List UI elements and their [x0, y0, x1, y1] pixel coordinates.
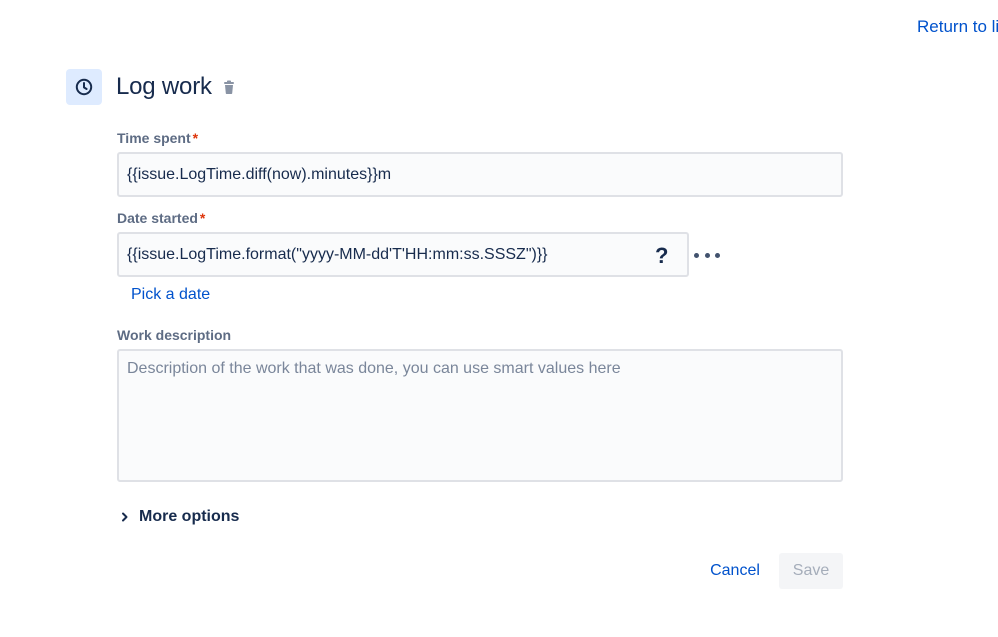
chevron-right-icon [122, 512, 128, 522]
date-started-label-text: Date started [117, 210, 198, 226]
time-spent-label-text: Time spent [117, 130, 191, 146]
more-dots-icon[interactable] [694, 244, 720, 266]
work-description-placeholder: Description of the work that was done, y… [127, 360, 621, 377]
clock-icon [75, 78, 93, 96]
pick-a-date-link[interactable]: Pick a date [131, 286, 210, 304]
more-options-label: More options [139, 508, 240, 525]
time-spent-input[interactable]: {{issue.LogTime.diff(now).minutes}}m [117, 152, 843, 197]
log-work-action-icon [66, 69, 102, 105]
date-started-input[interactable]: {{issue.LogTime.format("yyyy-MM-dd'T'HH:… [117, 232, 689, 277]
log-work-page: Return to li Log work Time spent * {{issu… [0, 0, 998, 637]
more-options-toggle[interactable]: More options [119, 508, 239, 526]
return-to-list-link[interactable]: Return to li [917, 17, 998, 37]
help-icon[interactable]: ? [655, 243, 668, 269]
save-button[interactable]: Save [779, 553, 843, 589]
work-description-textarea[interactable]: Description of the work that was done, y… [117, 349, 843, 482]
required-mark: * [199, 210, 206, 226]
work-description-label: Work description [117, 327, 232, 343]
page-title: Log work [116, 73, 212, 100]
time-spent-value: {{issue.LogTime.diff(now).minutes}}m [127, 165, 392, 183]
date-started-label: Date started * [117, 210, 205, 226]
required-mark: * [192, 130, 199, 146]
cancel-button[interactable]: Cancel [700, 553, 770, 589]
time-spent-label: Time spent * [117, 130, 198, 146]
trash-icon[interactable] [221, 79, 237, 95]
date-started-value: {{issue.LogTime.format("yyyy-MM-dd'T'HH:… [127, 245, 548, 263]
